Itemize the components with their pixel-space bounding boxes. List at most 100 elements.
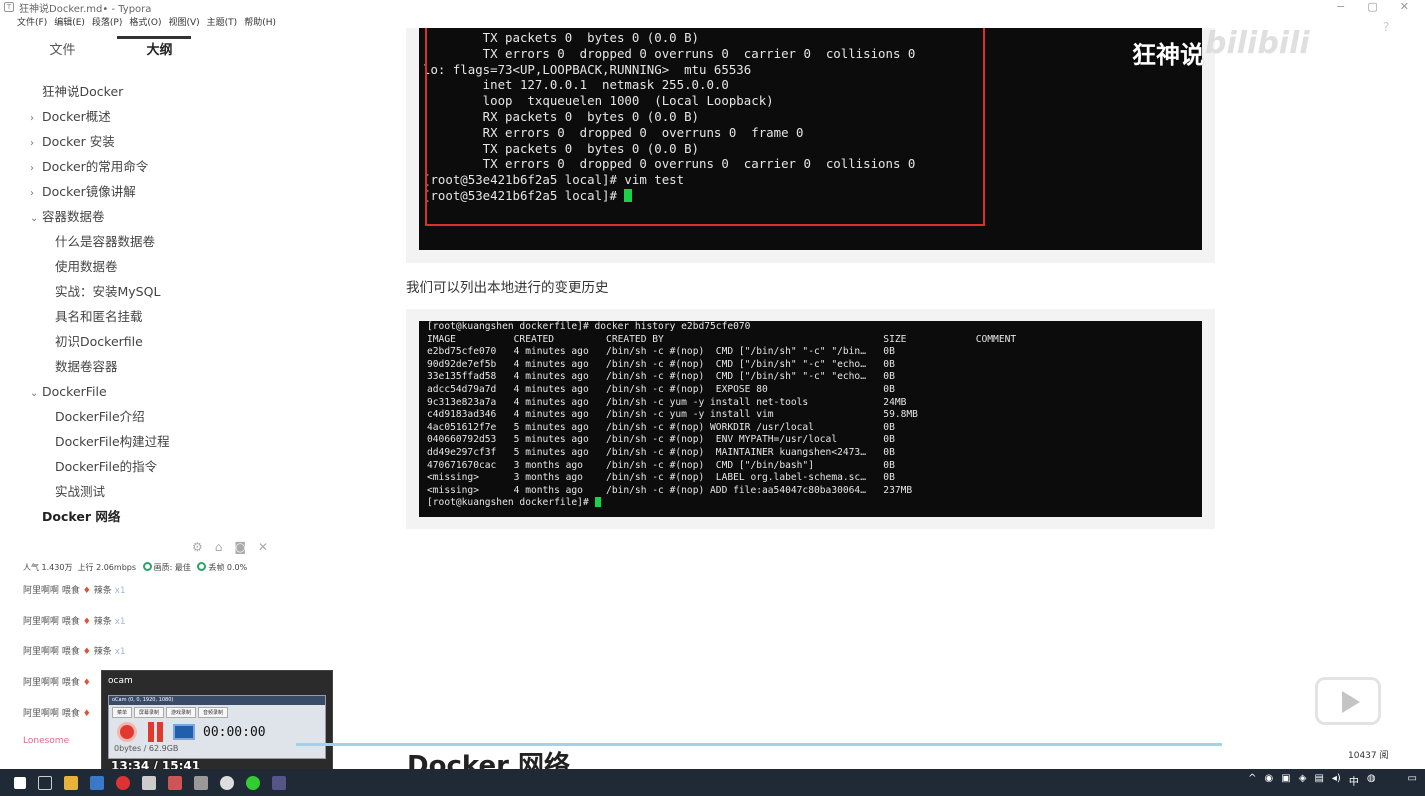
maximize-icon[interactable]: ▢ xyxy=(1367,0,1377,13)
ocam-controls: 00:00:00 xyxy=(109,720,325,744)
outline-item[interactable]: 使用数据卷 xyxy=(14,254,208,279)
window-controls: − ▢ ✕ xyxy=(1336,0,1409,13)
chevron-right-icon[interactable]: › xyxy=(30,181,42,206)
outline-item[interactable]: Docker 网络 xyxy=(14,504,208,529)
windows-start-icon[interactable] xyxy=(14,776,26,789)
ocam-tab-game[interactable]: 游戏录制 xyxy=(166,707,197,718)
camera-icon[interactable]: ◙ xyxy=(234,540,246,554)
active-tab-underline xyxy=(117,36,191,39)
menu-format[interactable]: 格式(O) xyxy=(129,15,161,28)
ocam-tab-screen[interactable]: 屏幕录制 xyxy=(134,707,165,718)
menu-help[interactable]: 帮助(H) xyxy=(244,15,276,28)
outline-item[interactable]: DockerFile介绍 xyxy=(14,404,208,429)
app-icon-7[interactable] xyxy=(246,775,260,790)
viewer-count: 10437 阅 xyxy=(1348,751,1389,761)
outline-item-label: 什么是容器数据卷 xyxy=(55,234,156,249)
terminal-prompt: [root@kuangshen dockerfile]# xyxy=(427,497,595,509)
settings-icon[interactable]: ⚙ xyxy=(192,540,203,554)
menu-edit[interactable]: 编辑(E) xyxy=(54,15,85,28)
tab-files[interactable]: 文件 xyxy=(14,30,111,68)
menu-bar: 文件(F) 编辑(E) 段落(P) 格式(O) 视图(V) 主题(T) 帮助(H… xyxy=(17,15,276,28)
help-icon[interactable]: ? xyxy=(1383,20,1389,34)
outline-item[interactable]: DockerFile构建过程 xyxy=(14,429,208,454)
tray-icon-1[interactable]: ◉ xyxy=(1265,773,1274,788)
terminal-line: c4d9183ad346 4 minutes ago /bin/sh -c yu… xyxy=(427,409,918,421)
chevron-down-icon[interactable]: ⌄ xyxy=(30,206,42,231)
stream-stats: 人气 1.430万 上行 2.06mbps 画质: 最佳 丢帧 0.0% xyxy=(23,562,247,573)
terminal-line: IMAGE CREATED CREATED BY SIZE COMMENT xyxy=(427,333,1017,345)
app-icon-2[interactable] xyxy=(116,775,130,790)
outline-item-label: 实战：安装MySQL xyxy=(55,284,161,299)
video-progress-bar[interactable] xyxy=(296,743,1222,746)
outline-item[interactable]: 实战：安装MySQL xyxy=(14,279,208,304)
outline-item[interactable]: 实战测试 xyxy=(14,479,208,504)
menu-view[interactable]: 视图(V) xyxy=(168,15,199,28)
bilibili-watermark: bilibili xyxy=(1205,26,1310,61)
outline-item[interactable]: DockerFile的指令 xyxy=(14,454,208,479)
taskbar xyxy=(0,769,1425,796)
outline-item-label: Docker 安装 xyxy=(42,134,115,149)
ocam-tab-menu[interactable]: 菜单 xyxy=(112,707,133,718)
typora-app-icon: T xyxy=(4,2,14,12)
outline-item[interactable]: 狂神说Docker xyxy=(14,79,208,104)
screen-area-button[interactable] xyxy=(173,724,195,740)
terminal-line: 4ac051612f7e 5 minutes ago /bin/sh -c #(… xyxy=(427,421,895,433)
explorer-icon[interactable] xyxy=(64,775,78,790)
task-view-icon[interactable] xyxy=(38,775,52,790)
window-title: 狂神说Docker.md• - Typora xyxy=(19,3,152,15)
app-icon-4[interactable] xyxy=(168,775,182,790)
outline-item[interactable]: ⌄ DockerFile xyxy=(14,379,208,404)
app-icon-6[interactable] xyxy=(220,775,234,790)
outline-item[interactable]: › Docker镜像讲解 xyxy=(14,179,208,204)
paragraph-history: 我们可以列出本地进行的变更历史 xyxy=(406,280,609,296)
outline-item[interactable]: › Docker概述 xyxy=(14,104,208,129)
record-size: 0bytes / 62.9GB xyxy=(114,744,179,753)
tray-icon-3[interactable]: ◈ xyxy=(1299,773,1307,788)
menu-theme[interactable]: 主题(T) xyxy=(207,15,238,28)
outline-item[interactable]: 数据卷容器 xyxy=(14,354,208,379)
outline-item[interactable]: › Docker 安装 xyxy=(14,129,208,154)
terminal-line: adcc54d79a7d 4 minutes ago /bin/sh -c #(… xyxy=(427,383,895,395)
outline-item[interactable]: 初识Dockerfile xyxy=(14,329,208,354)
notification-icon[interactable]: ▭ xyxy=(1408,773,1417,788)
chat-message: 阿里啊啊 喂食 ♦ xyxy=(23,675,91,688)
ime-icon[interactable]: 中 xyxy=(1349,773,1359,788)
chat-message: 阿里啊啊 喂食 ♦ 辣条 x1 xyxy=(23,614,126,627)
chevron-down-icon[interactable]: ⌄ xyxy=(30,381,42,406)
close-icon[interactable]: ✕ xyxy=(1400,0,1409,13)
minimize-icon[interactable]: − xyxy=(1336,0,1345,13)
tray-icon-2[interactable]: ▣ xyxy=(1281,773,1290,788)
chat-message: 阿里啊啊 喂食 ♦ 辣条 x1 xyxy=(23,644,126,657)
outline-item-label: DockerFile的指令 xyxy=(55,459,158,474)
outline-item[interactable]: ⌄ 容器数据卷 xyxy=(14,204,208,229)
ocam-tab-audio[interactable]: 音频录制 xyxy=(198,707,229,718)
pause-button[interactable] xyxy=(145,722,165,742)
outline-item[interactable]: › Docker的常用命令 xyxy=(14,154,208,179)
chat-count: x1 xyxy=(114,586,126,596)
outline-item-label: 数据卷容器 xyxy=(55,359,118,374)
outline-item[interactable]: 什么是容器数据卷 xyxy=(14,229,208,254)
chevron-right-icon[interactable]: › xyxy=(30,156,42,181)
outline-item[interactable]: 具名和匿名挂载 xyxy=(14,304,208,329)
chevron-right-icon[interactable]: › xyxy=(30,131,42,156)
play-icon[interactable] xyxy=(1315,677,1381,725)
volume-icon[interactable]: ◂) xyxy=(1332,773,1341,788)
lock-icon[interactable]: ⌂ xyxy=(215,540,223,554)
app-icon-5[interactable] xyxy=(194,775,208,790)
menu-paragraph[interactable]: 段落(P) xyxy=(92,15,122,28)
outline-item-label: 使用数据卷 xyxy=(55,259,118,274)
tray-icon-4[interactable]: ◍ xyxy=(1367,773,1376,788)
network-icon[interactable]: ▤ xyxy=(1314,773,1323,788)
chat-count: x1 xyxy=(114,617,126,627)
app-icon-8[interactable] xyxy=(272,775,286,790)
app-icon-3[interactable] xyxy=(142,775,156,790)
app-icon-1[interactable] xyxy=(90,775,104,790)
chevron-right-icon[interactable]: › xyxy=(30,106,42,131)
outline-item-label: Docker的常用命令 xyxy=(42,159,149,174)
gift-icon: ♦ xyxy=(82,586,94,596)
stop-record-button[interactable] xyxy=(117,722,137,742)
gift-icon: ♦ xyxy=(82,617,94,627)
close-panel-icon[interactable]: ✕ xyxy=(258,540,268,554)
tray-up-icon[interactable]: ^ xyxy=(1248,773,1256,788)
menu-file[interactable]: 文件(F) xyxy=(17,15,47,28)
